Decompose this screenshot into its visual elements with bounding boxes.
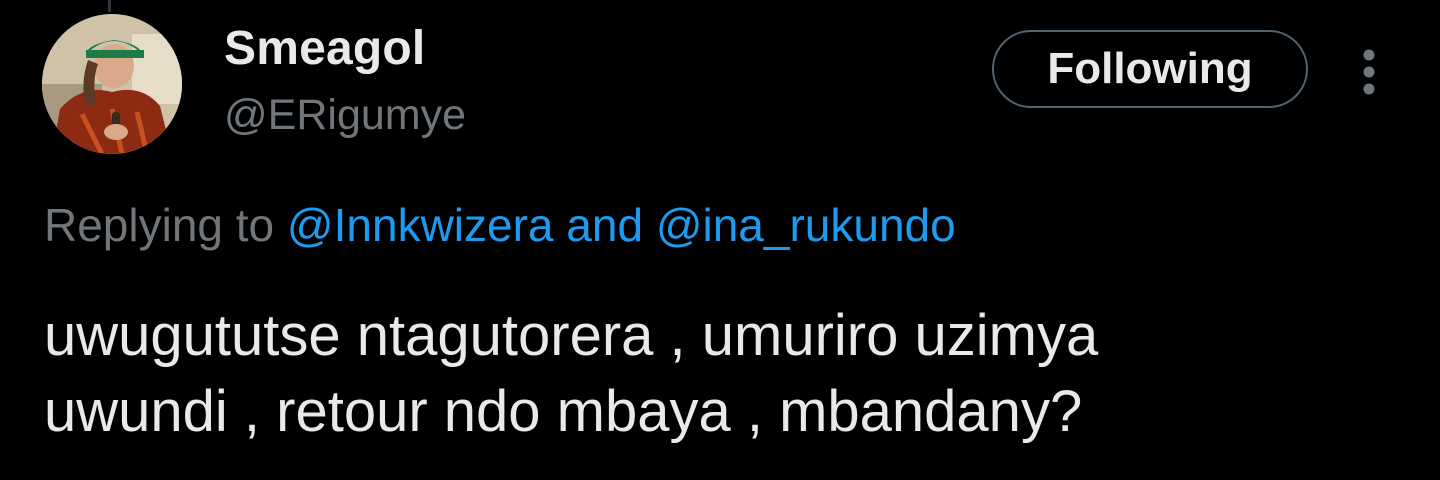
- tweet-body: uwugututse ntagutorera , umuriro uzimya …: [44, 298, 1414, 450]
- reply-mention-link[interactable]: @Innkwizera: [287, 199, 554, 251]
- avatar-image: [42, 14, 182, 154]
- reply-mention-link[interactable]: @ina_rukundo: [656, 199, 956, 251]
- author-handle[interactable]: @ERigumye: [224, 88, 466, 142]
- reply-conjunction: and: [566, 199, 644, 251]
- following-button[interactable]: Following: [992, 30, 1308, 108]
- tweet-text-line: uwundi , retour ndo mbaya , mbandany?: [44, 379, 1083, 444]
- more-options-button[interactable]: [1346, 44, 1392, 100]
- author-avatar[interactable]: [42, 14, 182, 154]
- more-vertical-icon: [1363, 49, 1375, 95]
- reply-context: Replying to @Innkwizera and @ina_rukundo: [44, 196, 956, 254]
- author-display-name[interactable]: Smeagol: [224, 20, 425, 78]
- tweet-text-line: uwugututse ntagutorera , umuriro uzimya: [44, 303, 1099, 368]
- thread-connector-line: [108, 0, 111, 12]
- reply-context-prefix: Replying to: [44, 199, 275, 251]
